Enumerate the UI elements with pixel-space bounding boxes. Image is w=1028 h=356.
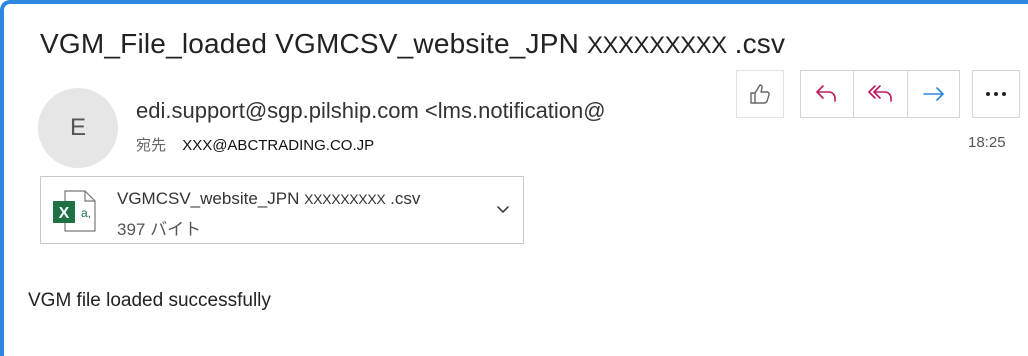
svg-text:a,: a,	[81, 206, 91, 220]
email-subject: VGM_File_loaded VGMCSV_website_JPN XXXXX…	[40, 28, 785, 60]
reply-icon	[814, 83, 840, 105]
attachment-size: 397 バイト	[117, 220, 202, 239]
svg-text:X: X	[59, 205, 70, 222]
attachment-name[interactable]: VGMCSV_website_JPN XXXXXXXXX .csv	[117, 189, 420, 209]
forward-icon	[921, 83, 947, 105]
reply-button[interactable]	[800, 70, 854, 118]
recipient-row: 宛先 XXX@ABCTRADING.CO.JP	[136, 134, 374, 155]
excel-file-icon: X a,	[51, 187, 99, 240]
more-icon	[984, 90, 1008, 98]
sender-address[interactable]: edi.support@sgp.pilship.com <lms.notific…	[136, 98, 696, 124]
subject-prefix: VGM_File_loaded VGMCSV_website_JPN	[40, 28, 580, 59]
recipient-address[interactable]: XXX@ABCTRADING.CO.JP	[182, 137, 374, 154]
sender-avatar[interactable]: E	[38, 88, 118, 168]
subject-masked: XXXXXXXXX	[587, 32, 727, 59]
thumbs-up-icon	[747, 81, 773, 107]
subject-suffix: .csv	[726, 28, 786, 59]
more-actions-button[interactable]	[972, 70, 1020, 118]
attachment-name-prefix: VGMCSV_website_JPN	[117, 189, 300, 208]
reply-all-button[interactable]	[854, 70, 908, 118]
attachment-card[interactable]: X a, VGMCSV_website_JPN XXXXXXXXX .csv 3…	[40, 176, 524, 244]
reply-all-icon	[867, 83, 895, 105]
like-button[interactable]	[736, 70, 784, 118]
avatar-initial: E	[69, 114, 86, 141]
received-time: 18:25	[968, 134, 1006, 151]
attachment-name-suffix: .csv	[385, 189, 421, 208]
to-label: 宛先	[136, 137, 167, 154]
message-body: VGM file loaded successfully	[28, 290, 271, 311]
attachment-name-masked: XXXXXXXXX	[304, 191, 386, 207]
forward-button[interactable]	[908, 70, 960, 118]
chevron-down-icon[interactable]	[495, 203, 511, 221]
